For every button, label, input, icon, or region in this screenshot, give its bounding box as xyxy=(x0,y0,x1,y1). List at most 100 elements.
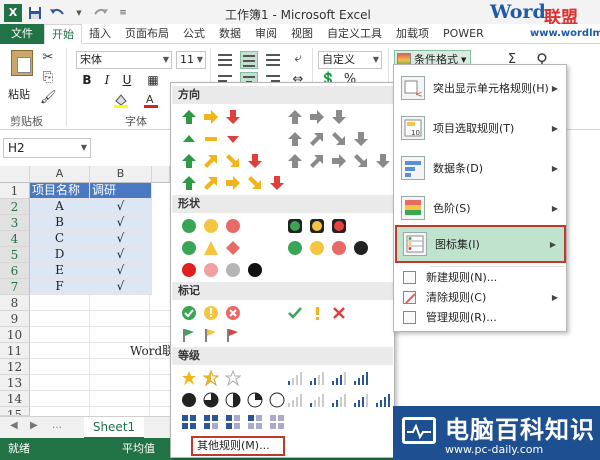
tab-data[interactable]: 数据 xyxy=(212,24,248,44)
icon-set-3-triangles[interactable] xyxy=(179,129,242,148)
icon-set-5-arrows-colored[interactable] xyxy=(179,173,286,192)
borders-icon[interactable]: ▦ xyxy=(144,71,162,89)
sheet-tab-sheet1[interactable]: Sheet1 xyxy=(84,417,144,439)
wrap-text-icon[interactable]: ⤶ xyxy=(290,51,306,67)
name-box[interactable]: H2 ▼ xyxy=(3,138,91,158)
select-all-corner[interactable] xyxy=(0,166,30,183)
cell-b1[interactable]: 调研 xyxy=(90,183,152,199)
tab-file[interactable]: 文件 xyxy=(0,24,44,44)
excel-app-icon[interactable]: X xyxy=(4,4,22,22)
row-header[interactable]: 6 xyxy=(0,263,30,279)
icon-set-3-traffic-lights[interactable] xyxy=(179,216,242,235)
more-rules-button[interactable]: 其他规则(M)... xyxy=(191,436,285,456)
row-header[interactable]: 2 xyxy=(0,199,30,215)
icon-set-5-ratings[interactable] xyxy=(285,390,392,409)
tab-view[interactable]: 视图 xyxy=(284,24,320,44)
row-header[interactable]: 3 xyxy=(0,215,30,231)
table-cell[interactable]: √ xyxy=(90,263,152,279)
table-cell[interactable]: √ xyxy=(90,215,152,231)
icon-set-3-stars[interactable] xyxy=(179,368,242,387)
row-header[interactable]: 14 xyxy=(0,391,30,407)
font-name-select[interactable]: 宋体 ▼ xyxy=(76,51,172,69)
menu-top-bottom-rules[interactable]: 10 项目选取规则(T) ▶ xyxy=(395,109,566,147)
underline-button[interactable]: U xyxy=(118,71,136,89)
row-header[interactable]: 9 xyxy=(0,311,30,327)
menu-data-bars[interactable]: 数据条(D) ▶ xyxy=(395,149,566,187)
undo-icon[interactable] xyxy=(48,4,66,22)
icon-set-3-symbols[interactable] xyxy=(285,303,348,322)
row-header[interactable]: 12 xyxy=(0,359,30,375)
menu-new-rule[interactable]: 新建规则(N)... xyxy=(395,268,566,286)
sheet-more-icon[interactable]: … xyxy=(52,420,62,431)
menu-icon-sets[interactable]: 图标集(I) ▶ xyxy=(395,225,566,263)
save-icon[interactable] xyxy=(26,4,44,22)
table-cell[interactable]: C xyxy=(30,231,90,247)
cell-a1[interactable]: 项目名称 xyxy=(30,183,90,199)
table-cell[interactable]: √ xyxy=(90,199,152,215)
row-header[interactable]: 5 xyxy=(0,247,30,263)
tab-custom-tools[interactable]: 自定义工具 xyxy=(320,24,389,44)
icon-set-4-red-to-black[interactable] xyxy=(179,260,264,279)
icon-set-4-traffic-lights[interactable] xyxy=(285,238,370,257)
align-top-icon[interactable] xyxy=(216,51,234,69)
tab-formulas[interactable]: 公式 xyxy=(176,24,212,44)
number-format-select[interactable]: 自定义 ▼ xyxy=(318,51,382,69)
icon-set-4-arrows-gray[interactable] xyxy=(285,129,370,148)
icon-set-3-signs[interactable] xyxy=(179,238,242,257)
tab-insert[interactable]: 插入 xyxy=(82,24,118,44)
undo-dropdown-icon[interactable]: ▼ xyxy=(70,4,88,22)
column-header-c[interactable] xyxy=(152,166,170,183)
icon-set-5-arrows-gray[interactable] xyxy=(285,151,392,170)
icon-set-4-arrows-colored[interactable] xyxy=(179,151,264,170)
menu-highlight-cells-rules[interactable]: < 突出显示单元格规则(H) ▶ xyxy=(395,69,566,107)
align-middle-icon[interactable] xyxy=(240,51,258,69)
row-header[interactable]: 4 xyxy=(0,231,30,247)
menu-color-scales[interactable]: 色阶(S) ▶ xyxy=(395,189,566,227)
redo-icon[interactable] xyxy=(92,4,110,22)
icon-set-3-symbols-circled[interactable] xyxy=(179,303,242,322)
column-header-b[interactable]: B xyxy=(90,166,152,183)
table-cell[interactable]: √ xyxy=(90,247,152,263)
tab-addins[interactable]: 加载项 xyxy=(389,24,436,44)
italic-button[interactable]: I xyxy=(98,71,116,89)
icon-set-4-ratings[interactable] xyxy=(285,368,370,387)
column-header-a[interactable]: A xyxy=(30,166,90,183)
icon-set-3-arrows-gray[interactable] xyxy=(285,107,348,126)
table-cell[interactable]: √ xyxy=(90,231,152,247)
icon-set-5-boxes[interactable] xyxy=(179,412,286,431)
row-header[interactable]: 7 xyxy=(0,279,30,295)
table-cell[interactable]: √ xyxy=(90,279,152,295)
menu-manage-rules[interactable]: 管理规则(R)... xyxy=(395,308,566,326)
align-bottom-icon[interactable] xyxy=(264,51,282,69)
row-header[interactable]: 10 xyxy=(0,327,30,343)
tab-home[interactable]: 开始 xyxy=(44,24,82,44)
row-header[interactable]: 11 xyxy=(0,343,30,359)
icon-set-3-traffic-lights-rimmed[interactable] xyxy=(285,216,348,235)
row-header[interactable]: 1 xyxy=(0,183,30,199)
tab-power[interactable]: POWER xyxy=(436,24,491,44)
format-painter-icon[interactable]: 🖌 xyxy=(40,90,57,106)
tab-review[interactable]: 审阅 xyxy=(248,24,284,44)
row-header[interactable]: 8 xyxy=(0,295,30,311)
icon-set-3-arrows-colored[interactable] xyxy=(179,107,242,126)
customize-qat-icon[interactable]: ≡ xyxy=(114,4,132,22)
table-cell[interactable]: E xyxy=(30,263,90,279)
icon-set-5-quarters[interactable] xyxy=(179,390,286,409)
menu-clear-rules[interactable]: 清除规则(C) ▶ xyxy=(395,288,566,306)
row-header[interactable]: 13 xyxy=(0,375,30,391)
sheet-next-icon[interactable]: ▶ xyxy=(30,420,38,431)
font-size-select[interactable]: 11 ▼ xyxy=(176,51,206,69)
sheet-prev-icon[interactable]: ◀ xyxy=(10,420,18,431)
tab-page-layout[interactable]: 页面布局 xyxy=(118,24,176,44)
table-cell[interactable]: F xyxy=(30,279,90,295)
table-cell[interactable]: B xyxy=(30,215,90,231)
paste-button[interactable] xyxy=(8,50,36,90)
bold-button[interactable]: B xyxy=(78,71,96,89)
fill-color-icon[interactable] xyxy=(112,92,130,110)
icon-set-3-flags[interactable] xyxy=(179,325,242,344)
table-cell[interactable]: D xyxy=(30,247,90,263)
row-header[interactable]: 15 xyxy=(0,407,30,416)
cut-icon[interactable]: ✂ xyxy=(40,50,56,66)
font-color-icon[interactable]: A xyxy=(142,92,160,110)
copy-icon[interactable]: ⎘ xyxy=(40,70,56,86)
